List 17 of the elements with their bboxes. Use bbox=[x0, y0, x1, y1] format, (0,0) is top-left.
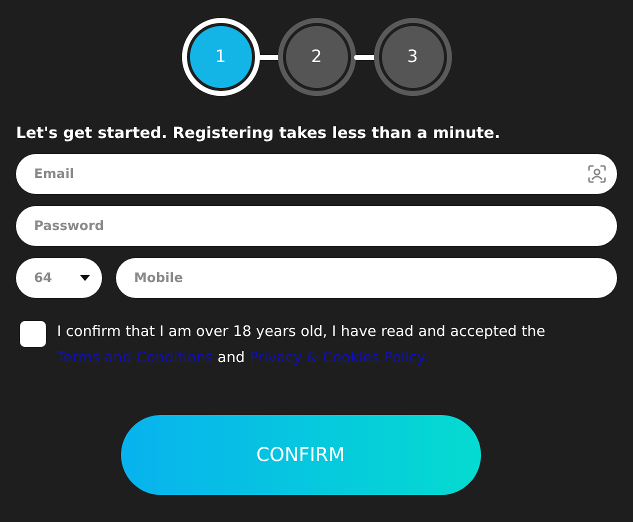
step-indicator: 3 bbox=[374, 18, 452, 96]
caret-icon bbox=[80, 275, 90, 281]
step-indicator: 1 bbox=[182, 18, 260, 96]
policy-link[interactable]: Privacy & Cookies Policy. bbox=[249, 350, 428, 366]
confirm-button[interactable]: CONFIRM bbox=[120, 415, 480, 495]
policy-link[interactable]: Terms and Conditions bbox=[57, 350, 213, 366]
password-field[interactable]: Password bbox=[16, 206, 617, 246]
consent-text: I confirm that I am over 18 years old, I have read and accepted the Terms and Conditions and Privacy & Cookies Policy. bbox=[57, 323, 546, 368]
form-heading: Let's get started. Registering takes less than a minute. bbox=[16, 124, 502, 144]
mobile-field[interactable]: Mobile bbox=[116, 258, 617, 298]
consent-checkbox[interactable] bbox=[20, 321, 46, 347]
connector-line bbox=[258, 54, 280, 60]
step-indicator: 2 bbox=[278, 18, 356, 96]
country-code-select[interactable]: 64 bbox=[16, 258, 102, 298]
person-scan-icon bbox=[587, 164, 607, 184]
email-field[interactable]: Email bbox=[16, 154, 617, 194]
connector-line bbox=[354, 54, 376, 60]
